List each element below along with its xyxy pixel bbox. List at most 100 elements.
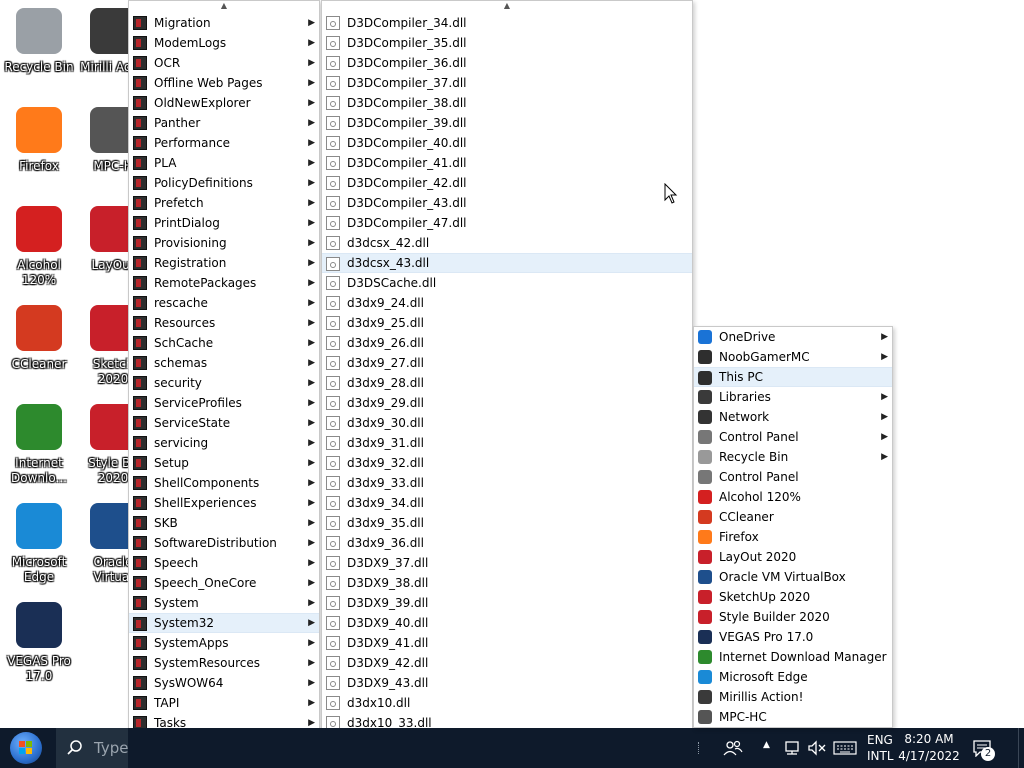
menu-item[interactable]: ShellComponents ▶ xyxy=(129,473,319,493)
show-hidden-icons-button[interactable] xyxy=(696,732,704,764)
menu-item[interactable]: d3dx9_35.dll xyxy=(322,513,692,533)
menu-item[interactable]: D3DCompiler_34.dll xyxy=(322,13,692,33)
menu-item[interactable]: d3dx9_36.dll xyxy=(322,533,692,553)
menu-item[interactable]: ServiceProfiles ▶ xyxy=(129,393,319,413)
menu-item[interactable]: PrintDialog ▶ xyxy=(129,213,319,233)
menu-item[interactable]: Control Panel xyxy=(694,467,892,487)
desktop-shortcut[interactable]: Recycle Bin xyxy=(2,8,76,75)
menu-item[interactable]: rescache ▶ xyxy=(129,293,319,313)
menu-item[interactable]: Setup ▶ xyxy=(129,453,319,473)
menu-item[interactable]: D3DCompiler_47.dll xyxy=(322,213,692,233)
menu-item[interactable]: D3DCompiler_39.dll xyxy=(322,113,692,133)
menu-item[interactable]: Provisioning ▶ xyxy=(129,233,319,253)
menu-item[interactable]: d3dx9_24.dll xyxy=(322,293,692,313)
menu-item[interactable]: Speech_OneCore ▶ xyxy=(129,573,319,593)
menu-item[interactable]: SoftwareDistribution ▶ xyxy=(129,533,319,553)
menu-item[interactable]: Performance ▶ xyxy=(129,133,319,153)
menu-item[interactable]: RemotePackages ▶ xyxy=(129,273,319,293)
menu-item[interactable]: SKB ▶ xyxy=(129,513,319,533)
menu-item[interactable]: PolicyDefinitions ▶ xyxy=(129,173,319,193)
desktop-shortcut[interactable]: CCleaner xyxy=(2,305,76,372)
menu-item[interactable]: D3DCompiler_43.dll xyxy=(322,193,692,213)
menu-item[interactable]: servicing ▶ xyxy=(129,433,319,453)
menu-item[interactable]: d3dx9_32.dll xyxy=(322,453,692,473)
menu-item[interactable]: ServiceState ▶ xyxy=(129,413,319,433)
menu-item[interactable]: d3dx9_25.dll xyxy=(322,313,692,333)
menu-item[interactable]: Alcohol 120% xyxy=(694,487,892,507)
show-desktop-button[interactable] xyxy=(1018,728,1024,768)
menu-item[interactable]: Panther ▶ xyxy=(129,113,319,133)
menu-item[interactable]: D3DX9_39.dll xyxy=(322,593,692,613)
menu-item[interactable]: Control Panel ▶ xyxy=(694,427,892,447)
menu-item[interactable]: D3DX9_42.dll xyxy=(322,653,692,673)
menu-item[interactable]: ShellExperiences ▶ xyxy=(129,493,319,513)
menu-item[interactable]: d3dx9_31.dll xyxy=(322,433,692,453)
menu-item[interactable]: NoobGamerMC ▶ xyxy=(694,347,892,367)
menu-item[interactable]: d3dcsx_43.dll xyxy=(322,253,692,273)
menu-item[interactable]: D3DX9_40.dll xyxy=(322,613,692,633)
menu-item[interactable]: d3dx9_27.dll xyxy=(322,353,692,373)
menu-item[interactable]: Style Builder 2020 xyxy=(694,607,892,627)
menu-item[interactable]: D3DSCache.dll xyxy=(322,273,692,293)
menu-item[interactable]: Internet Download Manager xyxy=(694,647,892,667)
menu-item[interactable]: d3dx9_26.dll xyxy=(322,333,692,353)
menu-item[interactable]: Resources ▶ xyxy=(129,313,319,333)
menu-item[interactable]: schemas ▶ xyxy=(129,353,319,373)
menu-item[interactable]: d3dx9_28.dll xyxy=(322,373,692,393)
menu-item[interactable]: D3DX9_43.dll xyxy=(322,673,692,693)
people-icon[interactable] xyxy=(723,739,743,757)
menu-item[interactable]: ModemLogs ▶ xyxy=(129,33,319,53)
menu-item[interactable]: d3dx9_34.dll xyxy=(322,493,692,513)
volume-muted-icon[interactable] xyxy=(807,740,827,756)
menu-item[interactable]: Speech ▶ xyxy=(129,553,319,573)
menu-item[interactable]: D3DCompiler_38.dll xyxy=(322,93,692,113)
menu-item[interactable]: LayOut 2020 xyxy=(694,547,892,567)
menu-item[interactable]: PLA ▶ xyxy=(129,153,319,173)
menu-item[interactable]: Prefetch ▶ xyxy=(129,193,319,213)
menu-item[interactable]: OldNewExplorer ▶ xyxy=(129,93,319,113)
menu-item[interactable]: Network ▶ xyxy=(694,407,892,427)
menu-item[interactable]: d3dx9_29.dll xyxy=(322,393,692,413)
menu-item[interactable]: SystemResources ▶ xyxy=(129,653,319,673)
menu-item[interactable]: D3DCompiler_37.dll xyxy=(322,73,692,93)
menu-item[interactable]: Microsoft Edge xyxy=(694,667,892,687)
menu-item[interactable]: security ▶ xyxy=(129,373,319,393)
menu-item[interactable]: D3DCompiler_40.dll xyxy=(322,133,692,153)
menu-item[interactable]: Mirillis Action! xyxy=(694,687,892,707)
menu-item[interactable]: D3DCompiler_35.dll xyxy=(322,33,692,53)
menu-item[interactable]: D3DCompiler_41.dll xyxy=(322,153,692,173)
menu-item[interactable]: System32 ▶ xyxy=(129,613,319,633)
menu-item[interactable]: CCleaner xyxy=(694,507,892,527)
menu-item[interactable]: Oracle VM VirtualBox xyxy=(694,567,892,587)
menu-item[interactable]: Migration ▶ xyxy=(129,13,319,33)
desktop-shortcut[interactable]: Internet Downlo... xyxy=(2,404,76,486)
menu-item[interactable]: d3dx9_30.dll xyxy=(322,413,692,433)
menu-item[interactable]: TAPI ▶ xyxy=(129,693,319,713)
menu-item[interactable]: Firefox xyxy=(694,527,892,547)
desktop-shortcut[interactable]: Alcohol 120% xyxy=(2,206,76,288)
menu-item[interactable]: Libraries ▶ xyxy=(694,387,892,407)
menu-item[interactable]: Registration ▶ xyxy=(129,253,319,273)
menu-item[interactable]: Recycle Bin ▶ xyxy=(694,447,892,467)
menu-item[interactable]: SketchUp 2020 xyxy=(694,587,892,607)
menu-item[interactable]: Offline Web Pages ▶ xyxy=(129,73,319,93)
menu-item[interactable]: D3DX9_37.dll xyxy=(322,553,692,573)
menu-item[interactable]: d3dcsx_42.dll xyxy=(322,233,692,253)
start-button[interactable] xyxy=(0,728,54,768)
tray-overflow-chevron-icon[interactable]: ▲ xyxy=(763,740,770,750)
menu-item[interactable]: SchCache ▶ xyxy=(129,333,319,353)
desktop-shortcut[interactable]: Firefox xyxy=(2,107,76,174)
network-icon[interactable] xyxy=(782,740,802,756)
menu-item[interactable]: D3DCompiler_42.dll xyxy=(322,173,692,193)
taskbar-search-box[interactable]: Type xyxy=(56,728,128,768)
menu-item[interactable]: OneDrive ▶ xyxy=(694,327,892,347)
scroll-up-arrow[interactable]: ▲ xyxy=(322,1,692,10)
menu-item[interactable]: d3dx9_33.dll xyxy=(322,473,692,493)
desktop-shortcut[interactable]: VEGAS Pro 17.0 xyxy=(2,602,76,684)
menu-item[interactable]: MPC-HC xyxy=(694,707,892,727)
scroll-up-arrow[interactable]: ▲ xyxy=(129,1,319,10)
menu-item[interactable]: D3DX9_38.dll xyxy=(322,573,692,593)
touch-keyboard-icon[interactable] xyxy=(833,740,857,756)
menu-item[interactable]: SystemApps ▶ xyxy=(129,633,319,653)
menu-item[interactable]: D3DX9_41.dll xyxy=(322,633,692,653)
